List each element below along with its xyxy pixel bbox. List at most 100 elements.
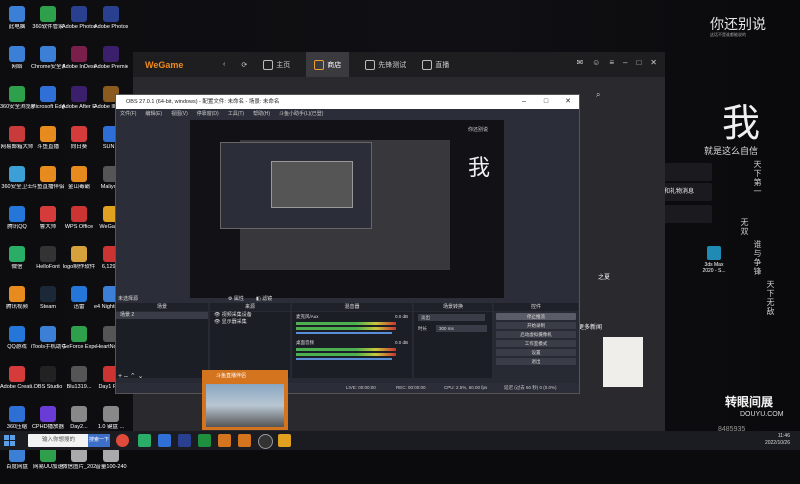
- desktop-icon[interactable]: logo制作软件: [62, 244, 96, 282]
- desktop-icon[interactable]: OBS Studio: [31, 364, 65, 402]
- gift-icon[interactable]: ✉: [576, 58, 583, 67]
- desktop-icon[interactable]: 斗鱼直播伴侣: [31, 164, 65, 202]
- menu-tools[interactable]: 工具(T): [228, 109, 244, 119]
- wegame-tab-live-label: 直播: [435, 61, 450, 69]
- duration-input[interactable]: 300 ms: [436, 325, 487, 332]
- menu-edit[interactable]: 编辑(E): [145, 109, 162, 119]
- menu-file[interactable]: 文件(F): [120, 109, 136, 119]
- photoshop-icon[interactable]: [178, 434, 191, 447]
- taskbar-thumbnail[interactable]: 斗鱼直播伴侣: [202, 370, 288, 430]
- menu-help[interactable]: 帮助(H): [253, 109, 270, 119]
- scene-item[interactable]: 场景 2: [116, 312, 208, 319]
- desktop-icon[interactable]: 斗鱼直播: [31, 124, 65, 162]
- obs-close-icon[interactable]: ✕: [557, 95, 579, 109]
- desktop-icon[interactable]: iTools手机助手: [31, 324, 65, 362]
- wegame-tab-pioneer-label: 先锋测试: [378, 61, 407, 69]
- exit-button[interactable]: 退出: [496, 358, 576, 365]
- mixer-desktop-slider[interactable]: [296, 358, 392, 360]
- desktop-icon[interactable]: Chrome安全浏览器: [31, 44, 65, 82]
- desktop-icon[interactable]: Adobe Premie...: [94, 44, 128, 82]
- obs-minimize-icon[interactable]: –: [513, 95, 535, 109]
- wegame-tab-live[interactable]: 直播: [422, 59, 450, 70]
- desktop-icon[interactable]: 360软件管家: [31, 4, 65, 42]
- stop-streaming-button[interactable]: 停止推流: [496, 313, 576, 320]
- wegame-taskbar-icon[interactable]: [278, 434, 291, 447]
- app-icon: [71, 126, 87, 142]
- app-icon: [103, 46, 119, 62]
- desktop-icon[interactable]: 腾讯QQ: [0, 204, 34, 242]
- wegame-window-controls: ✉ ☺ ≡ – □ ✕: [567, 58, 657, 67]
- wegame-refresh-icon[interactable]: ⟳: [241, 61, 247, 69]
- wegame-tab-home[interactable]: 主页: [263, 59, 290, 70]
- app-icon: [40, 86, 56, 102]
- wegame-tab-store[interactable]: 商店: [306, 52, 350, 77]
- desktop-icon[interactable]: 360安全浏览器: [0, 84, 34, 122]
- desktop-icon[interactable]: HelloFont: [31, 244, 65, 282]
- mixer-mic-slider[interactable]: [296, 332, 392, 334]
- menu-docks[interactable]: 停靠窗(D): [197, 109, 219, 119]
- app-icon: [9, 86, 25, 102]
- wegame-more-news[interactable]: 更多新闻: [578, 322, 602, 331]
- app-icon: [40, 46, 56, 62]
- desktop-icon[interactable]: 迅雷: [62, 284, 96, 322]
- obs-preview[interactable]: 我 你还别说: [190, 120, 504, 298]
- obs-maximize-icon[interactable]: □: [535, 95, 557, 109]
- properties-button[interactable]: ⚙ 属性: [228, 295, 244, 302]
- maximize-icon[interactable]: □: [636, 58, 641, 67]
- user-icon[interactable]: ☺: [592, 58, 600, 67]
- chrome-icon[interactable]: [116, 434, 129, 447]
- minimize-icon[interactable]: –: [623, 58, 627, 67]
- desktop-icon[interactable]: Steam: [31, 284, 65, 322]
- desktop-icon[interactable]: 金山毒霸: [62, 164, 96, 202]
- start-recording-button[interactable]: 开始录制: [496, 322, 576, 329]
- wegame-search-icon[interactable]: ⌕: [596, 90, 600, 100]
- wallpaper-vertical-text-3: 谁与争锋: [753, 240, 762, 276]
- desktop-icon[interactable]: Adobe InDesi...: [62, 44, 96, 82]
- desktop-icon[interactable]: Microsoft Edge: [31, 84, 65, 122]
- desktop-icon[interactable]: 此电脑: [0, 4, 34, 42]
- desktop-icon[interactable]: 向日葵: [62, 124, 96, 162]
- edge-icon[interactable]: [158, 434, 171, 447]
- studio-mode-button[interactable]: 工作室模式: [496, 340, 576, 347]
- desktop-icon[interactable]: WPS Office: [62, 204, 96, 242]
- obs-taskbar-icon[interactable]: [258, 434, 273, 449]
- douyu-icon[interactable]: [218, 434, 231, 447]
- desktop-icon[interactable]: GeForce Experience: [62, 324, 96, 362]
- desktop-icon-label: 360软件管家: [32, 24, 64, 30]
- menu-douyu[interactable]: 斗鱼小助手(L)(已登): [279, 109, 323, 119]
- desktop-icon[interactable]: 微信: [0, 244, 34, 282]
- settings-button[interactable]: 设置: [496, 349, 576, 356]
- desktop-icon[interactable]: 360安全卫士: [0, 164, 34, 202]
- taskbar-search-button[interactable]: 搜索一下: [88, 434, 110, 447]
- source-item[interactable]: 👁 显示器采集: [210, 319, 290, 326]
- wechat-icon[interactable]: [138, 434, 151, 447]
- virtual-camera-button[interactable]: 启动虚拟摄像机: [496, 331, 576, 338]
- desktop-icon[interactable]: Adobe After Effects: [62, 84, 96, 122]
- wegame-back-icon[interactable]: ‹: [223, 61, 225, 68]
- desktop-icon[interactable]: Adobe Photosh...: [94, 4, 128, 42]
- wegame-tab-pioneer[interactable]: 先锋测试: [365, 59, 407, 70]
- system-tray[interactable]: 11:46 2022/10/26: [765, 433, 790, 447]
- desktop-icon[interactable]: Adobe Creati...: [0, 364, 34, 402]
- filters-button[interactable]: ◧ 滤镜: [256, 295, 272, 302]
- settings-icon[interactable]: ≡: [609, 58, 614, 67]
- scene-add-remove[interactable]: + – ⌃ ⌄: [118, 372, 144, 380]
- desktop-icon[interactable]: 腾讯视频: [0, 284, 34, 322]
- desktop-icon-label: logo制作软件: [62, 264, 96, 270]
- source-item[interactable]: 👁 视频采集设备: [210, 312, 290, 319]
- desktop-icon[interactable]: 鲁大师: [31, 204, 65, 242]
- close-icon[interactable]: ✕: [650, 58, 657, 67]
- mixer-desktop-db: 0.0 dB: [394, 340, 408, 345]
- transition-select[interactable]: 淡出: [418, 314, 485, 321]
- desktop-icon-3dsmax[interactable]: 3ds Max 2020 - S...: [700, 246, 728, 274]
- desktop-icon[interactable]: Blu1319...: [62, 364, 96, 402]
- app-icon[interactable]: [198, 434, 211, 447]
- desktop-icon[interactable]: QQ游戏: [0, 324, 34, 362]
- douyu-companion-icon[interactable]: [238, 434, 251, 447]
- desktop-icon[interactable]: 网络: [0, 44, 34, 82]
- menu-view[interactable]: 视图(V): [171, 109, 188, 119]
- desktop-icon[interactable]: 网易邮箱大师: [0, 124, 34, 162]
- desktop-icon[interactable]: Adobe Photosh...: [62, 4, 96, 42]
- windows-start-icon[interactable]: [4, 435, 15, 446]
- scenes-dock: 场景 2 + – ⌃ ⌄: [116, 312, 208, 380]
